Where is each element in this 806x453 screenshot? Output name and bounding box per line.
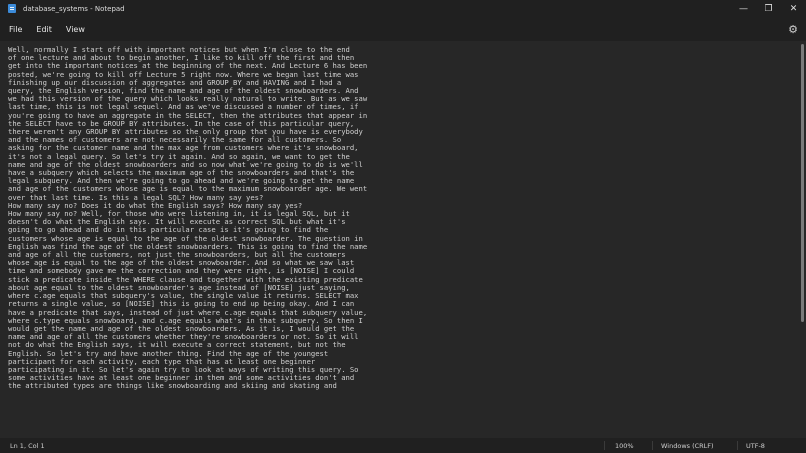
window-title: database_systems - Notepad: [23, 4, 125, 13]
line-ending: Windows (CRLF): [661, 442, 714, 450]
status-bar: Ln 1, Col 1 100% Windows (CRLF) UTF-8: [0, 438, 806, 453]
status-separator: [652, 441, 653, 450]
minimize-button[interactable]: —: [731, 0, 756, 17]
menu-view[interactable]: View: [59, 25, 92, 34]
vertical-scrollbar[interactable]: [801, 44, 804, 322]
menu-bar: File Edit View ⚙: [0, 17, 806, 41]
status-separator: [737, 441, 738, 450]
maximize-button[interactable]: ❐: [756, 0, 781, 17]
status-separator: [604, 441, 605, 450]
menu-edit[interactable]: Edit: [29, 25, 59, 34]
document-text[interactable]: Well, normally I start off with importan…: [8, 45, 793, 391]
settings-gear-icon[interactable]: ⚙: [786, 22, 800, 36]
close-button[interactable]: ✕: [781, 0, 806, 17]
title-bar: database_systems - Notepad — ❐ ✕: [0, 0, 806, 17]
zoom-level: 100%: [615, 442, 634, 450]
window-controls: — ❐ ✕: [731, 0, 806, 17]
encoding: UTF-8: [746, 442, 765, 450]
notepad-icon: [8, 4, 16, 13]
cursor-position: Ln 1, Col 1: [10, 442, 45, 450]
text-editor[interactable]: Well, normally I start off with importan…: [0, 41, 806, 438]
menu-file[interactable]: File: [2, 25, 29, 34]
